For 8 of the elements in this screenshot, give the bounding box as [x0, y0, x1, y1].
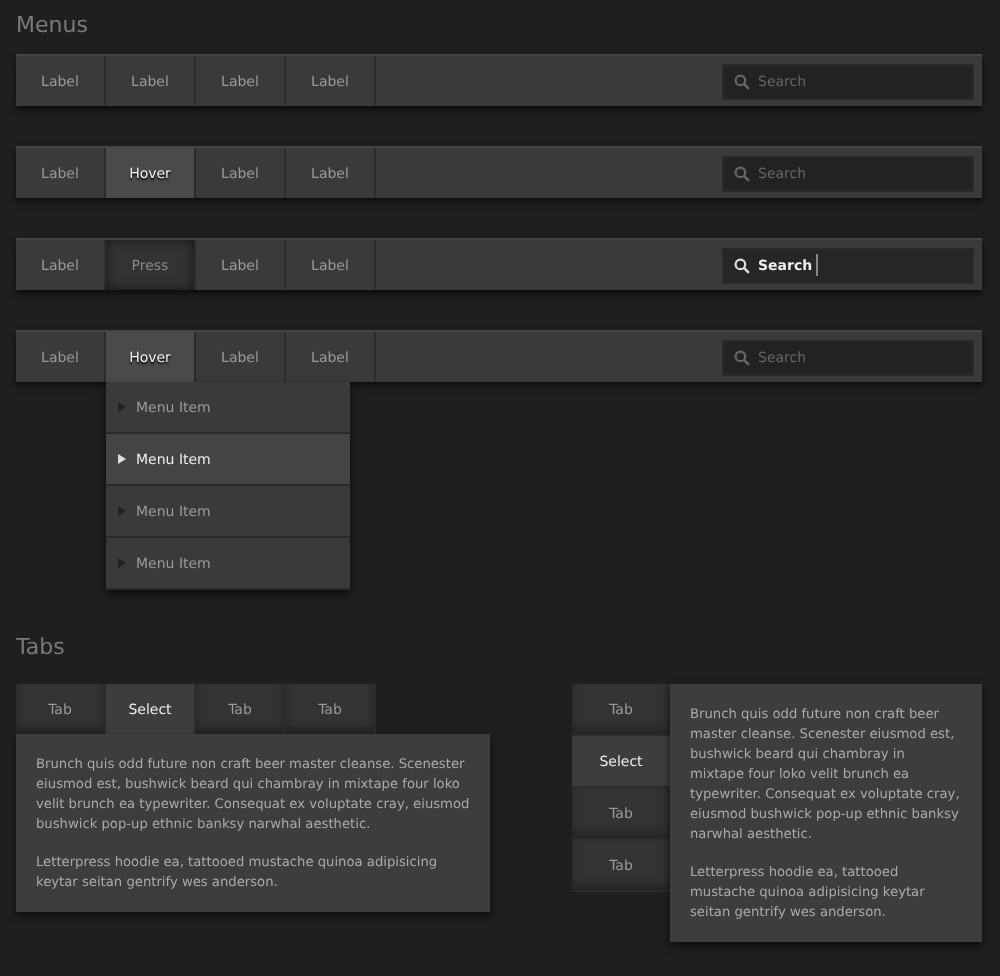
search-icon	[734, 73, 750, 89]
triangle-icon	[118, 454, 126, 464]
section-title: Tabs	[16, 632, 67, 664]
search-icon	[734, 257, 750, 273]
text-cursor	[815, 253, 818, 275]
search-icon	[734, 349, 750, 365]
section-title: Menus	[16, 10, 90, 42]
search-icon	[734, 165, 750, 181]
